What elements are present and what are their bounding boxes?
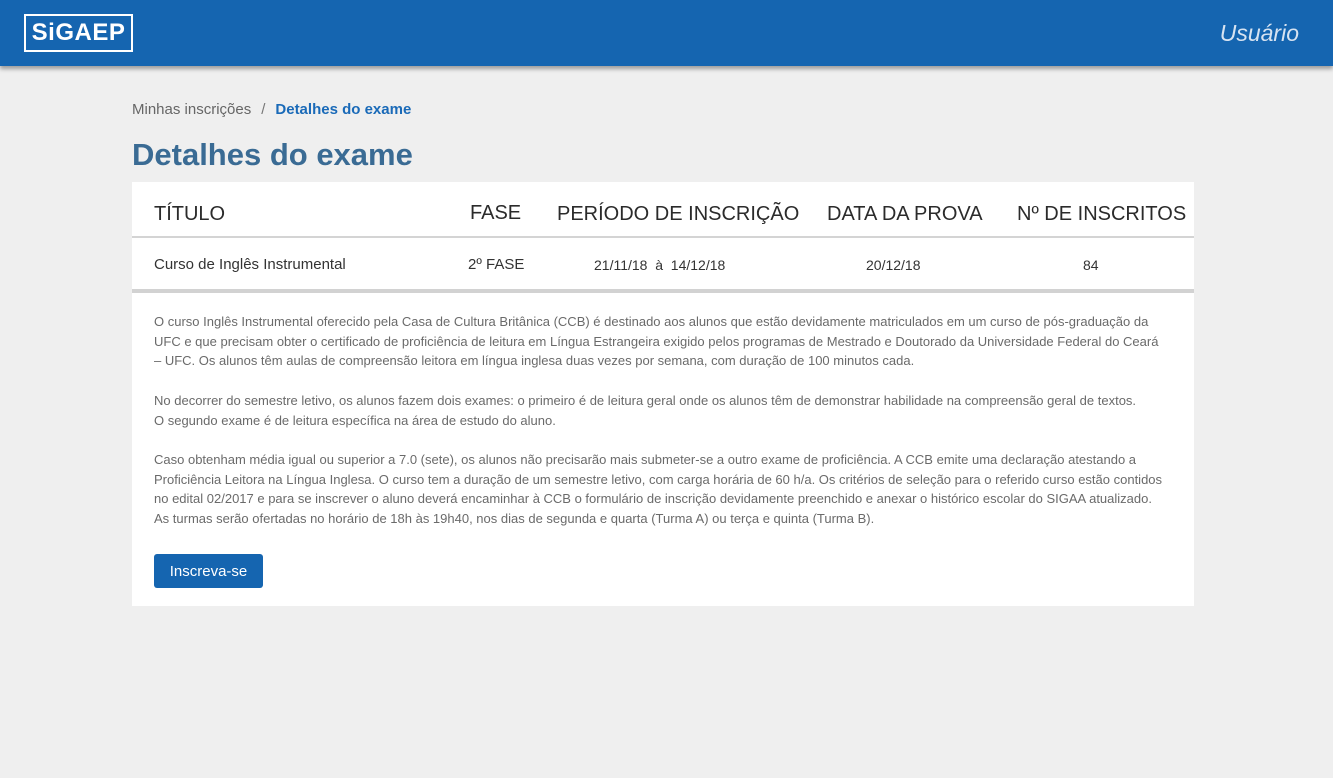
column-header-registration-period: PERÍODO DE INSCRIÇÃO bbox=[557, 203, 800, 225]
table-header: TÍTULO FASE PERÍODO DE INSCRIÇÃO DATA DA… bbox=[132, 182, 1194, 238]
description-paragraph: No decorrer do semestre letivo, os aluno… bbox=[154, 391, 1189, 430]
description-paragraph: O curso Inglês Instrumental oferecido pe… bbox=[154, 312, 1189, 371]
user-menu[interactable]: Usuário bbox=[1220, 20, 1299, 47]
breadcrumb-current: Detalhes do exame bbox=[275, 101, 412, 118]
registration-period-cell: 21/11/18 à 14/12/18 bbox=[594, 257, 726, 273]
description-line: no edital 02/2017 e para se inscrever o … bbox=[154, 491, 1152, 507]
column-header-title: TÍTULO bbox=[154, 203, 226, 225]
enroll-button[interactable]: Inscreva-se bbox=[154, 554, 263, 588]
description-line: No decorrer do semestre letivo, os aluno… bbox=[154, 392, 1137, 408]
breadcrumb-separator: / bbox=[261, 101, 266, 118]
enrolled-count-cell: 84 bbox=[1083, 257, 1099, 273]
exam-details-card: TÍTULO FASE PERÍODO DE INSCRIÇÃO DATA DA… bbox=[132, 182, 1194, 606]
top-navbar: SiGAEP Usuário bbox=[0, 0, 1333, 66]
exam-date-cell: 20/12/18 bbox=[866, 257, 921, 273]
description-line: As turmas serão ofertadas no horário de … bbox=[154, 511, 875, 526]
breadcrumb-my-enrollments-link[interactable]: Minhas inscrições bbox=[132, 101, 251, 118]
column-header-enrolled-count: Nº DE INSCRITOS bbox=[1017, 203, 1187, 225]
page-title: Detalhes do exame bbox=[132, 137, 413, 172]
description-paragraph: Caso obtenham média igual ou superior a … bbox=[154, 450, 1189, 529]
exam-title-cell: Curso de Inglês Instrumental bbox=[154, 256, 346, 273]
breadcrumb: Minhas inscrições / Detalhes do exame bbox=[132, 101, 411, 118]
column-header-exam-date: DATA DA PROVA bbox=[827, 203, 983, 225]
column-header-phase: FASE bbox=[470, 202, 522, 224]
description-line: UFC e que precisam obter o certificado d… bbox=[154, 333, 1159, 349]
description-line: O segundo exame é de leitura específica … bbox=[154, 412, 556, 428]
exam-phase-cell: 2º FASE bbox=[468, 256, 525, 273]
description-line: Proficiência Leitora na Língua Inglesa. … bbox=[154, 471, 1163, 487]
description-line: – UFC. Os alunos têm aulas de compreensã… bbox=[154, 353, 915, 369]
description-line: O curso Inglês Instrumental oferecido pe… bbox=[154, 314, 1149, 329]
app-logo[interactable]: SiGAEP bbox=[24, 14, 133, 52]
exam-description: O curso Inglês Instrumental oferecido pe… bbox=[154, 312, 1189, 548]
description-line: Caso obtenham média igual ou superior a … bbox=[154, 451, 1137, 467]
table-row: Curso de Inglês Instrumental 2º FASE 21/… bbox=[132, 238, 1194, 293]
